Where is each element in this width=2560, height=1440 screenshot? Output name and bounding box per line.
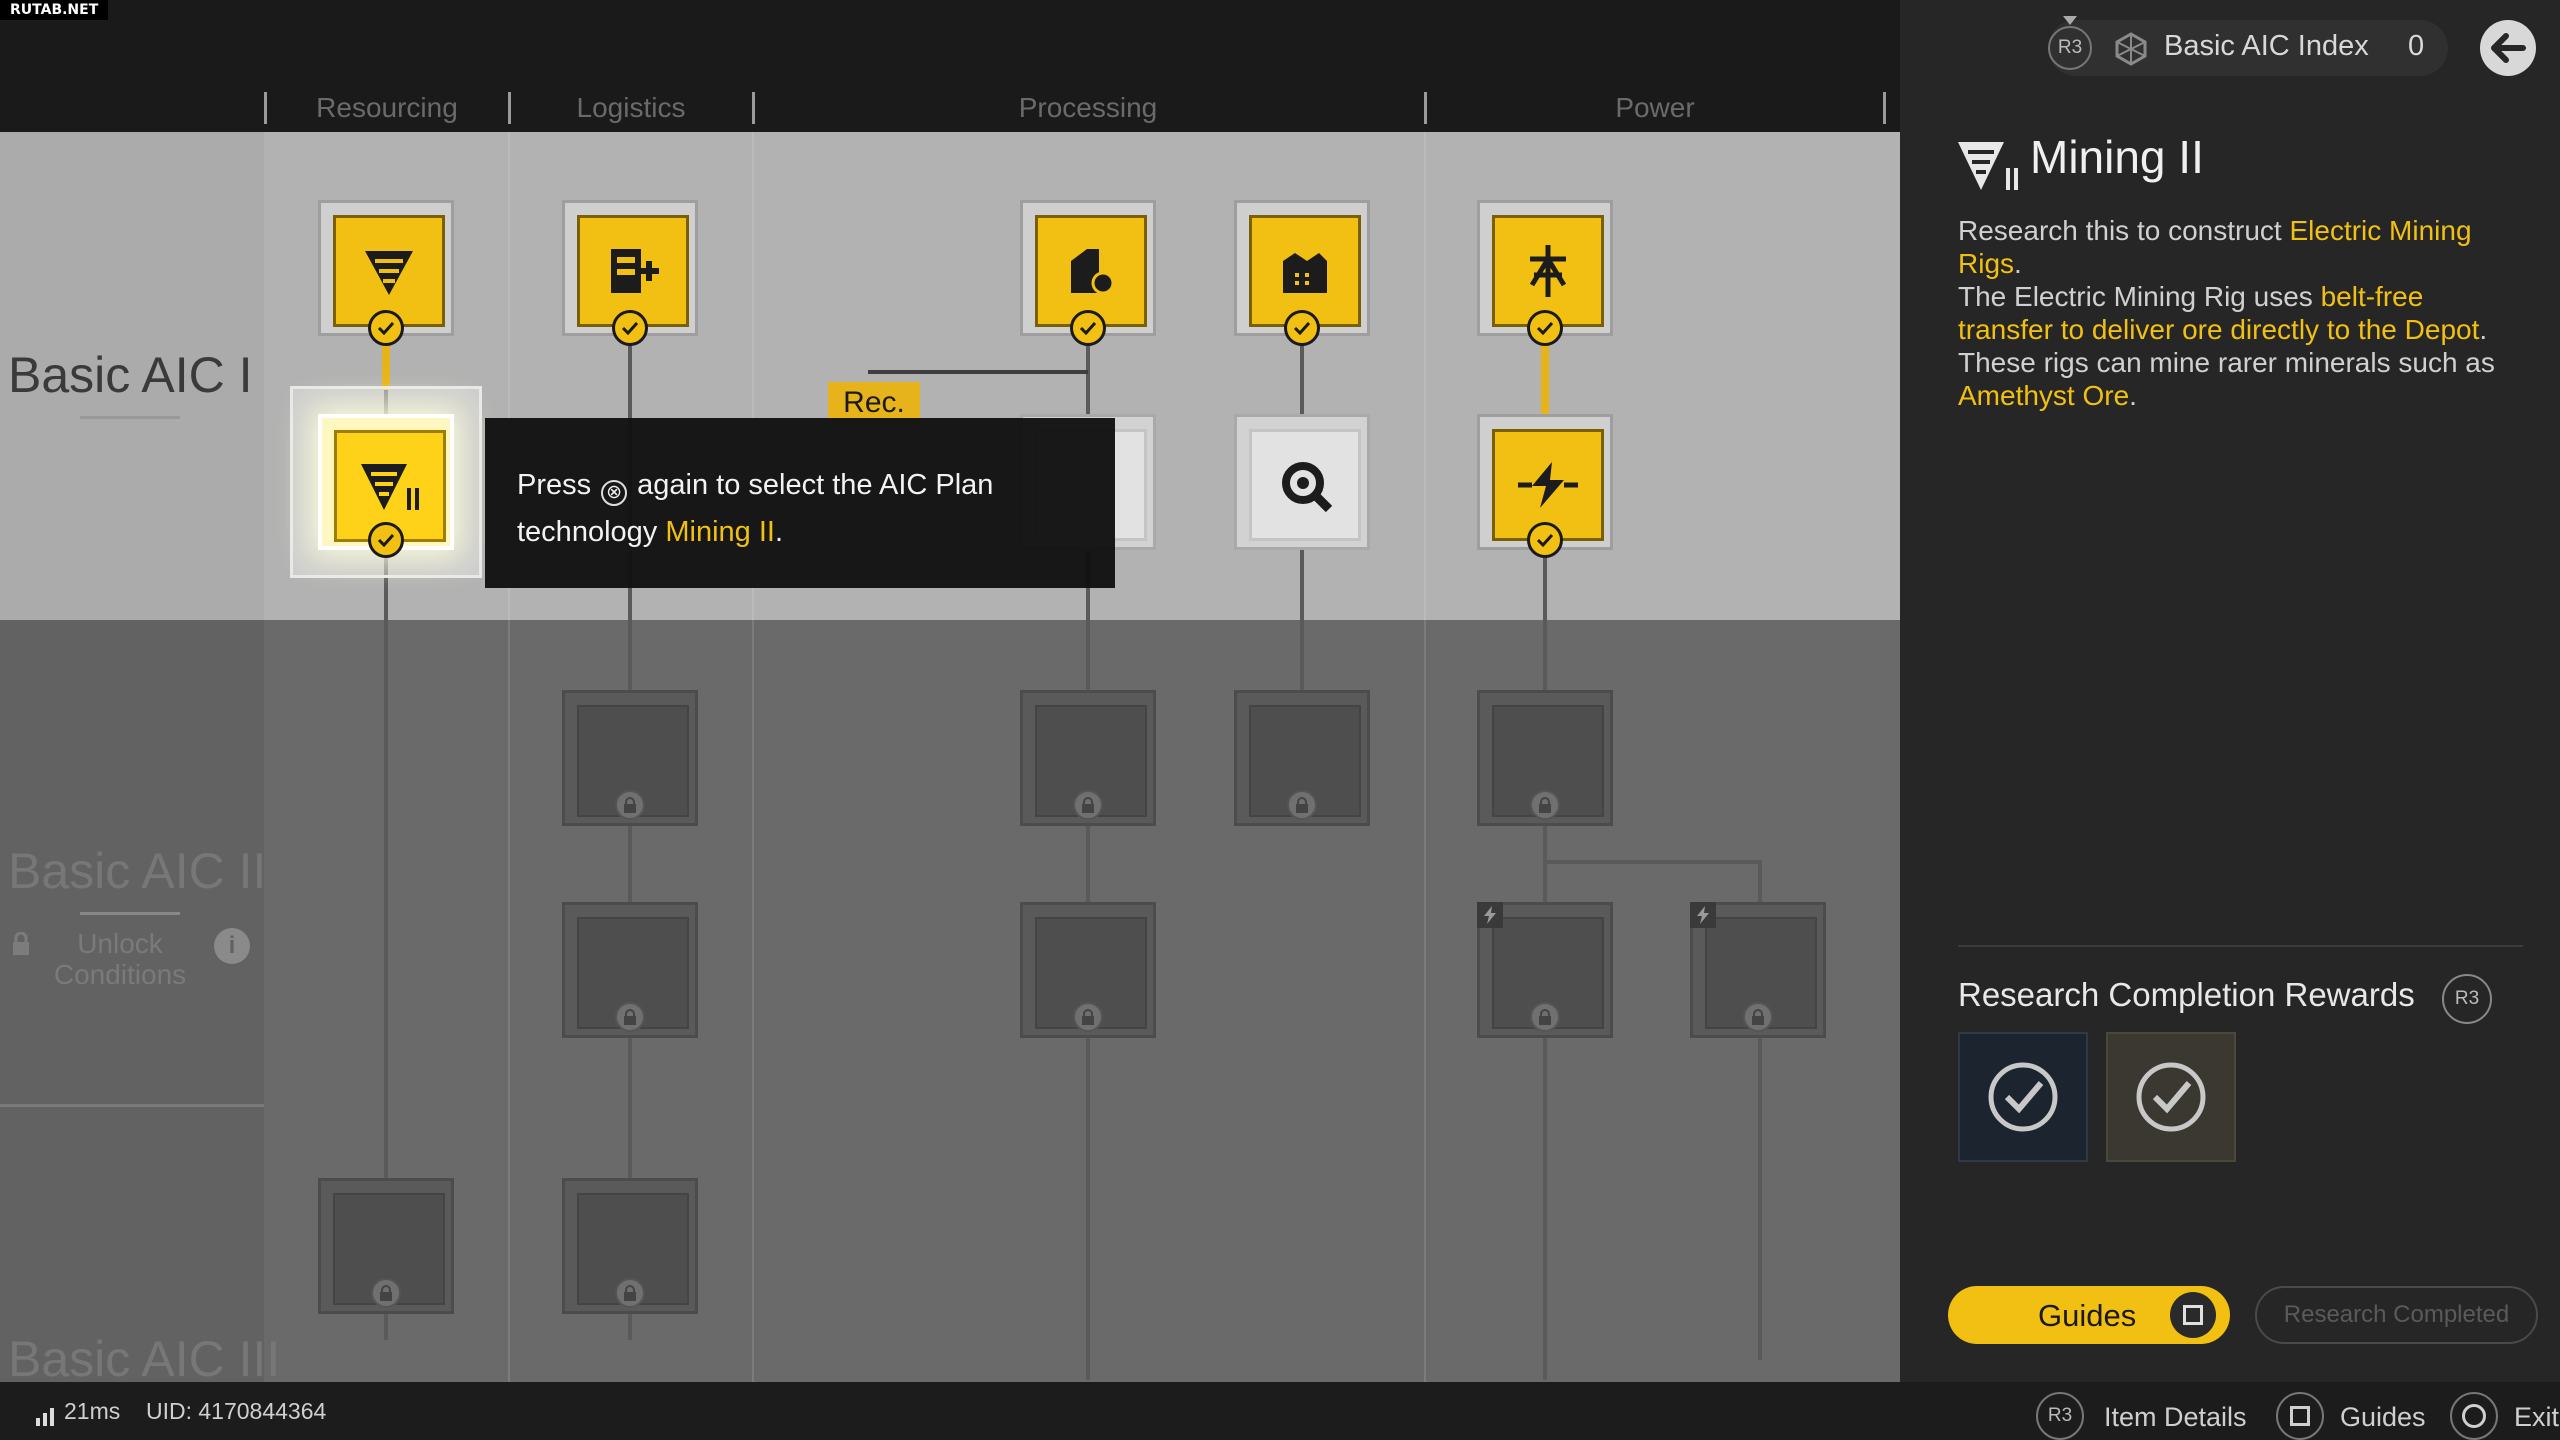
lock-icon [615,790,645,820]
tier-label-underline [80,912,180,915]
cross-button-icon: ⊗ [601,480,628,506]
reward-item[interactable] [2106,1032,2236,1162]
guides-button[interactable]: Guides [1948,1286,2230,1344]
divider [1958,945,2523,947]
research-completed-button: Research Completed [2255,1286,2538,1344]
ping-value: 21ms [64,1398,121,1424]
category-divider [1883,92,1886,124]
check-circle-icon [2136,1062,2206,1132]
tech-description: Research this to construct Electric Mini… [1958,214,2518,412]
power-badge-icon [1477,902,1503,928]
column-divider [752,132,754,1382]
category-divider [752,92,755,124]
column-divider [508,132,510,1382]
tier-label-basic-aic-1: Basic AIC I [8,347,253,403]
selection-tooltip: Press ⊗ again to select the AIC Plan techn… [485,418,1115,588]
aic-index-icon [2114,32,2148,66]
completed-check-icon [1284,310,1320,346]
hint-exit[interactable]: Exit [2514,1402,2559,1433]
uid-text: UID: 4170844364 [146,1398,327,1424]
lock-icon [615,1002,645,1032]
check-circle-icon [1988,1062,2058,1132]
guides-button-label: Guides [2038,1298,2137,1333]
square-button-icon [2276,1392,2324,1440]
tier-label-basic-aic-3: Basic AIC III [8,1331,281,1387]
lock-icon [1530,790,1560,820]
description-text: Research this to construct [1958,215,2290,246]
description-text: . [2479,314,2488,345]
completed-check-icon [1527,522,1563,558]
lock-icon [1743,1002,1773,1032]
power-bolt-icon [1518,462,1578,508]
rewards-title: Research Completion Rewards [1958,976,2415,1013]
depot-icon [611,249,659,293]
completed-check-icon [368,522,404,558]
unlock-info-icon[interactable]: i [214,928,250,964]
back-button[interactable] [2480,20,2536,76]
lock-icon [1530,1002,1560,1032]
description-highlight: Amethyst Ore [1958,380,2130,411]
circle-button-icon [2450,1392,2498,1440]
description-text: . [2014,248,2022,279]
lock-icon [1073,1002,1103,1032]
category-divider [508,92,511,124]
r3-button-icon[interactable]: R3 [2442,974,2492,1024]
tier-label-basic-aic-2: Basic AIC II [8,843,267,899]
locked-tier-label-column [0,620,264,1382]
lock-icon [1287,790,1317,820]
connector-line-active [1541,335,1549,415]
aic-index-label: Basic AIC Index [2164,30,2369,62]
refinery-icon [1071,249,1115,295]
factory-icon [1283,253,1327,293]
tech-title: Mining II [2030,131,2204,183]
hint-item-details[interactable]: Item Details [2104,1402,2247,1433]
category-resourcing[interactable]: Resourcing [270,92,504,124]
hint-guides[interactable]: Guides [2340,1402,2426,1433]
tech-node-processing-4[interactable] [1234,414,1370,550]
description-text: . [2129,380,2137,411]
watermark: RUTAB.NET [0,0,109,20]
connector-line [1545,860,1761,864]
tier-divider [0,1104,264,1107]
drill-2-icon [361,464,419,510]
category-processing[interactable]: Processing [758,92,1418,124]
description-text: The Electric Mining Rig uses [1958,281,2321,312]
completed-check-icon [1070,310,1106,346]
lock-icon [10,931,32,956]
r3-button-icon: R3 [2036,1392,2084,1440]
aic-index-value: 0 [2408,30,2425,62]
completed-check-icon [1527,310,1563,346]
tooltip-tech-name: Mining II [665,516,775,548]
mining-2-icon [1956,138,2022,194]
connector-line [868,370,1088,374]
pylon-icon [1529,245,1567,297]
lock-icon [1073,790,1103,820]
completed-check-icon [612,310,648,346]
drill-icon [365,251,413,295]
category-divider [1424,92,1427,124]
tier-label-underline [80,416,180,419]
caret-down-icon [2063,16,2077,25]
description-text: These rigs can mine rarer minerals such … [1958,347,2495,378]
category-power[interactable]: Power [1430,92,1880,124]
completed-check-icon [368,310,404,346]
category-logistics[interactable]: Logistics [514,92,748,124]
lock-icon [371,1278,401,1308]
signal-icon [36,1408,56,1426]
r3-button-icon[interactable]: R3 [2048,26,2092,70]
gear-search-icon [1282,462,1333,513]
square-button-icon [2170,1292,2216,1338]
arrow-left-icon [2491,33,2526,63]
reward-item[interactable] [1958,1032,2088,1162]
category-divider [264,92,267,124]
locked-tiers-area [0,620,1900,1382]
column-divider [1424,132,1426,1382]
power-badge-icon [1690,902,1716,928]
lock-icon [615,1278,645,1308]
unlock-conditions-label[interactable]: Unlock Conditions [50,928,190,990]
